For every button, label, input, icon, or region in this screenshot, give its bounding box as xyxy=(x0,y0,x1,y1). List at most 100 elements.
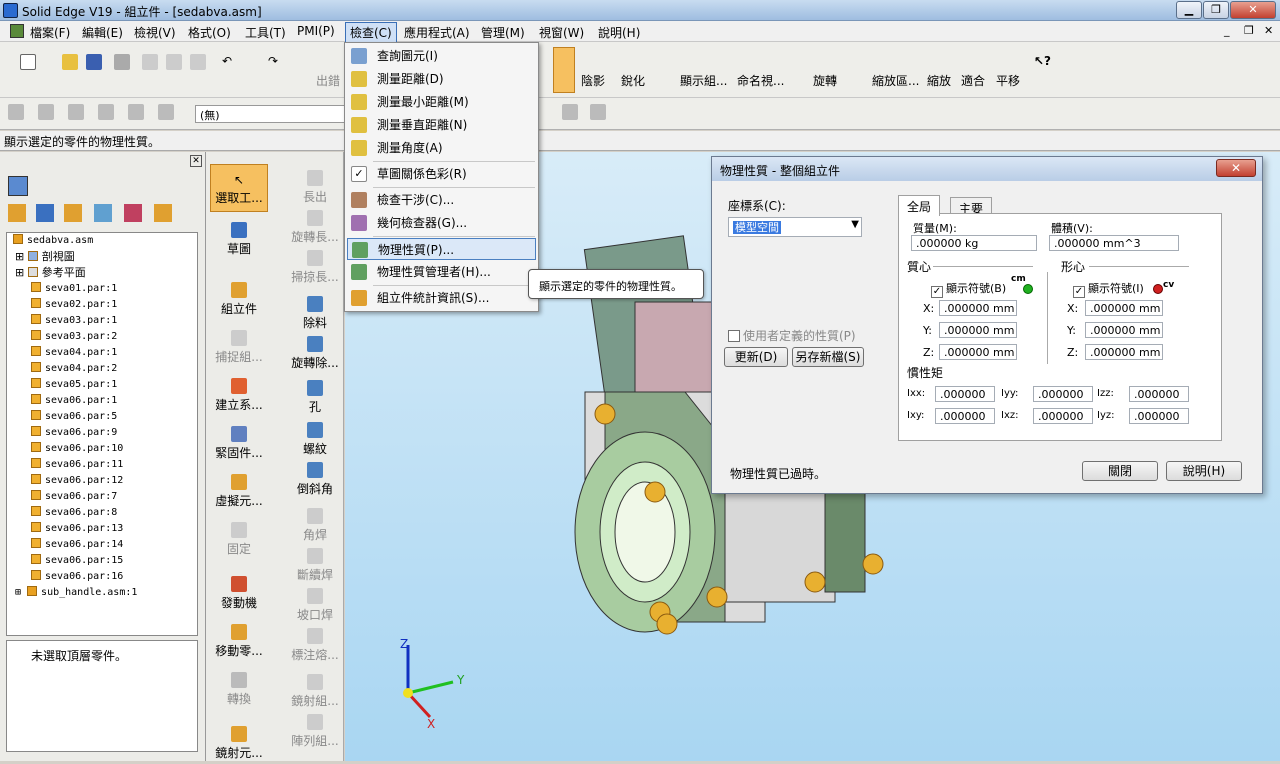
mdi-close[interactable]: ✕ xyxy=(1264,24,1273,37)
fillet-weld-button[interactable]: 角焊 xyxy=(288,508,342,543)
select-tool-button[interactable]: ↖ 選取工... xyxy=(210,164,268,212)
menu-file[interactable]: 檔案(F) xyxy=(30,24,70,41)
menu-item-measure-distance[interactable]: 測量距離(D) xyxy=(347,68,536,90)
tree-item[interactable]: seva06.par:8 xyxy=(7,505,197,521)
toolbar-named-view-label[interactable]: 命名視... xyxy=(737,72,784,89)
protrusion-button[interactable]: 長出 xyxy=(288,170,342,205)
tb2-tool-3-icon[interactable] xyxy=(68,104,84,123)
print-icon[interactable] xyxy=(114,54,130,73)
pane-tool-5-icon[interactable] xyxy=(124,204,142,222)
tree-root[interactable]: sedabva.asm xyxy=(7,233,197,249)
tree-item[interactable]: seva04.par:2 xyxy=(7,361,197,377)
toolbar-pan-label[interactable]: 平移 xyxy=(996,72,1020,89)
menu-item-interference[interactable]: 檢查干涉(C)... xyxy=(347,189,536,211)
pane-tool-6-icon[interactable] xyxy=(154,204,172,222)
toolbar-fit-label[interactable]: 適合 xyxy=(961,72,985,89)
undo-icon[interactable]: ↶ xyxy=(222,54,232,68)
menu-item-relationship-colors[interactable]: ✓ 草圖關係色彩(R) xyxy=(347,163,536,185)
tree-item[interactable]: seva03.par:1 xyxy=(7,313,197,329)
show-centroid-checkbox[interactable]: ✓ 顯示符號(I) xyxy=(1073,280,1144,298)
assemble-button[interactable]: 組立件 xyxy=(210,282,268,317)
fastener-button[interactable]: 緊固件... xyxy=(210,426,268,461)
new-icon[interactable] xyxy=(20,54,36,73)
tree-item[interactable]: seva06.par:1 xyxy=(7,393,197,409)
help-button[interactable]: 說明(H) xyxy=(1166,461,1242,481)
tree-item[interactable]: seva06.par:7 xyxy=(7,489,197,505)
tab-global[interactable]: 全局 xyxy=(898,195,941,216)
tree-item[interactable]: seva06.par:15 xyxy=(7,553,197,569)
hole-button[interactable]: 孔 xyxy=(288,380,342,415)
tb2-tool-5-icon[interactable] xyxy=(128,104,144,123)
paste-icon[interactable] xyxy=(190,54,206,73)
transform-button[interactable]: 轉換 xyxy=(210,672,268,707)
tb2-tool-1-icon[interactable] xyxy=(8,104,24,123)
mdi-restore[interactable]: ❐ xyxy=(1244,24,1254,37)
tree-item[interactable]: seva06.par:12 xyxy=(7,473,197,489)
close-window-button[interactable]: ✕ xyxy=(1230,1,1276,19)
tree-item[interactable]: seva01.par:1 xyxy=(7,281,197,297)
toolbar-sharpen-label[interactable]: 銳化 xyxy=(621,72,645,89)
tree-item[interactable]: seva02.par:1 xyxy=(7,297,197,313)
style-select[interactable]: (無) xyxy=(195,105,345,123)
tree-item[interactable]: seva03.par:2 xyxy=(7,329,197,345)
sweep-protrusion-button[interactable]: 掃掠長... xyxy=(288,250,342,285)
menu-window[interactable]: 視窗(W) xyxy=(539,24,584,41)
save-icon[interactable] xyxy=(86,54,102,73)
redo-icon[interactable]: ↷ xyxy=(268,54,278,68)
capture-fit-button[interactable]: 捕捉組... xyxy=(210,330,268,365)
motor-button[interactable]: 發動機 xyxy=(210,576,268,611)
menu-inspect[interactable]: 檢查(C) xyxy=(345,22,397,43)
menu-item-measure-angle[interactable]: 測量角度(A) xyxy=(347,137,536,159)
menu-item-physical-properties-manager[interactable]: 物理性質管理者(H)... xyxy=(347,261,536,283)
tree-item[interactable]: ⊞ 剖視圖 xyxy=(7,249,197,265)
shade-toggle[interactable] xyxy=(553,47,575,93)
toolbar-error-label[interactable]: 出錯 xyxy=(316,72,340,89)
menu-format[interactable]: 格式(O) xyxy=(188,24,231,41)
pattern-assembly-button[interactable]: 陣列組... xyxy=(288,714,342,749)
mirror-component-button[interactable]: 鏡射元... xyxy=(210,726,268,761)
pathfinder-tab-icon[interactable] xyxy=(8,176,28,196)
tb2-tool-8-icon[interactable] xyxy=(590,104,606,123)
revolve-cut-button[interactable]: 旋轉除... xyxy=(288,336,342,371)
tree-item[interactable]: seva06.par:5 xyxy=(7,409,197,425)
pane-tool-3-icon[interactable] xyxy=(64,204,82,222)
menu-item-physical-properties[interactable]: 物理性質(P)... xyxy=(347,238,536,260)
tree-item[interactable]: seva06.par:9 xyxy=(7,425,197,441)
close-button[interactable]: 關閉 xyxy=(1082,461,1158,481)
groove-weld-button[interactable]: 坡口焊 xyxy=(288,588,342,623)
maximize-button[interactable]: ❐ xyxy=(1203,1,1229,19)
pane-tool-1-icon[interactable] xyxy=(8,204,26,222)
menu-item-measure-normal-distance[interactable]: 測量垂直距離(N) xyxy=(347,114,536,136)
menu-manage[interactable]: 管理(M) xyxy=(481,24,525,41)
tree-item[interactable]: seva05.par:1 xyxy=(7,377,197,393)
coord-system-select[interactable]: 模型空間 ▼ xyxy=(728,217,862,237)
label-weld-button[interactable]: 標注熔... xyxy=(288,628,342,663)
menu-help[interactable]: 說明(H) xyxy=(598,24,640,41)
tree-item[interactable]: ⊞ sub_handle.asm:1 xyxy=(7,585,197,601)
move-part-button[interactable]: 移動零... xyxy=(210,624,268,659)
menu-item-measure-min-distance[interactable]: 測量最小距離(M) xyxy=(347,91,536,113)
toolbar-shade-label[interactable]: 陰影 xyxy=(581,72,605,89)
menu-view[interactable]: 檢視(V) xyxy=(134,24,176,41)
menu-edit[interactable]: 編輯(E) xyxy=(82,24,123,41)
pane-close-icon[interactable]: ✕ xyxy=(190,155,202,167)
menu-item-geometry-inspector[interactable]: 幾何檢查器(G)... xyxy=(347,212,536,234)
copy-icon[interactable] xyxy=(166,54,182,73)
tree-item[interactable]: seva06.par:10 xyxy=(7,441,197,457)
menu-item-assembly-statistics[interactable]: 組立件統計資訊(S)... xyxy=(347,287,536,309)
tree-item[interactable]: seva06.par:11 xyxy=(7,457,197,473)
tree-item[interactable]: ⊞ 參考平面 xyxy=(7,265,197,281)
toolbar-zoom-area-label[interactable]: 縮放區... xyxy=(872,72,919,89)
menu-item-query[interactable]: 查詢圖元(I) xyxy=(347,45,536,67)
tree-item[interactable]: seva04.par:1 xyxy=(7,345,197,361)
ground-button[interactable]: 固定 xyxy=(210,522,268,557)
tb2-tool-4-icon[interactable] xyxy=(98,104,114,123)
tree-item[interactable]: seva06.par:16 xyxy=(7,569,197,585)
help-pointer-icon[interactable]: ↖? xyxy=(1034,54,1051,68)
toolbar-zoom-label[interactable]: 縮放 xyxy=(927,72,951,89)
dialog-close-icon[interactable]: ✕ xyxy=(1216,159,1256,177)
cutout-button[interactable]: 除料 xyxy=(288,296,342,331)
app-icon[interactable] xyxy=(3,3,18,18)
tree-item[interactable]: seva06.par:14 xyxy=(7,537,197,553)
tb2-tool-7-icon[interactable] xyxy=(562,104,578,123)
